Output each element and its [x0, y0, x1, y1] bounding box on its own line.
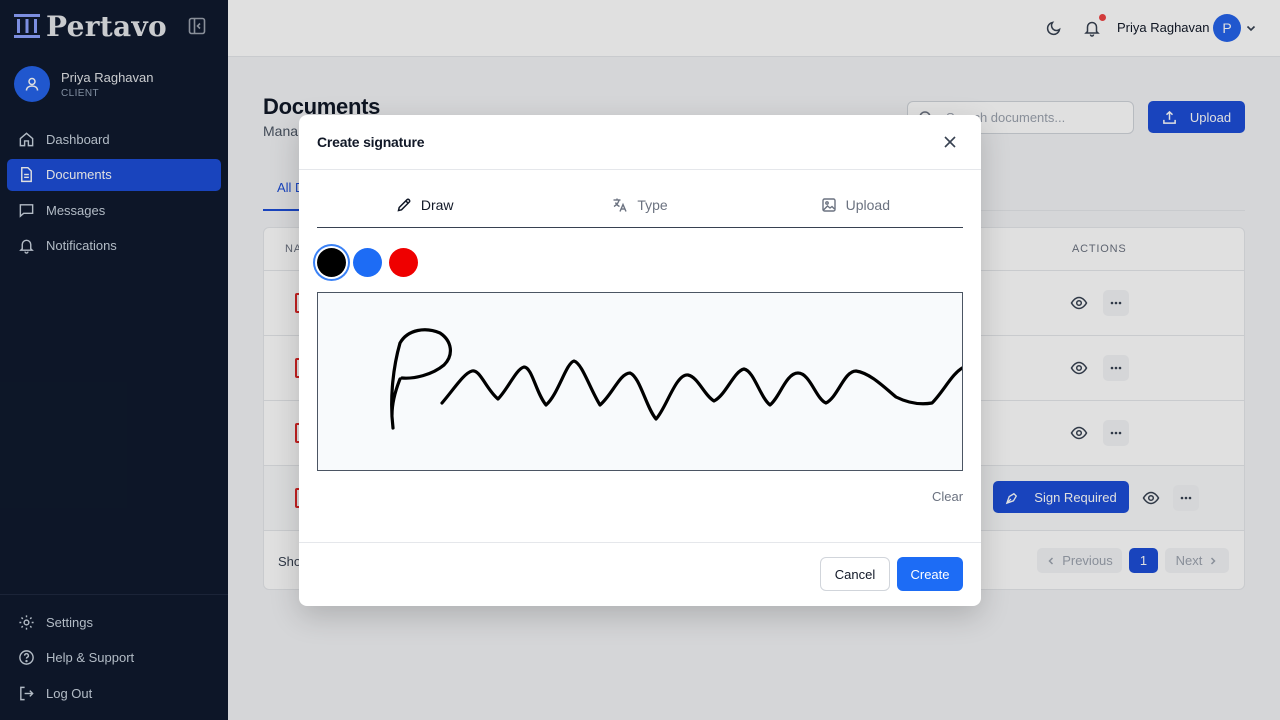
create-button[interactable]: Create — [897, 557, 963, 591]
clear-button[interactable]: Clear — [932, 489, 963, 504]
dialog-footer-divider — [299, 542, 981, 543]
color-swatch-black[interactable] — [317, 248, 346, 277]
close-icon[interactable] — [943, 135, 957, 149]
cancel-button[interactable]: Cancel — [820, 557, 890, 591]
pencil-icon — [397, 198, 411, 212]
tab-draw[interactable]: Draw — [317, 185, 532, 225]
tab-label: Type — [637, 197, 668, 213]
color-swatch-red[interactable] — [389, 248, 418, 277]
dialog-title: Create signature — [317, 134, 425, 150]
tab-type[interactable]: Type — [532, 185, 747, 225]
tab-upload[interactable]: Upload — [748, 185, 963, 225]
translate-icon — [613, 198, 627, 212]
tab-label: Upload — [845, 197, 890, 213]
signature-stroke — [390, 328, 962, 430]
signature-canvas[interactable] — [317, 292, 963, 471]
tab-label: Draw — [420, 197, 454, 213]
signature-tabs: Draw Type Upload — [317, 185, 963, 228]
color-swatch-blue[interactable] — [353, 248, 382, 277]
image-icon — [821, 198, 836, 212]
create-signature-dialog: Create signature Draw Type Upload Clear … — [299, 115, 981, 606]
dialog-header-divider — [299, 169, 981, 170]
